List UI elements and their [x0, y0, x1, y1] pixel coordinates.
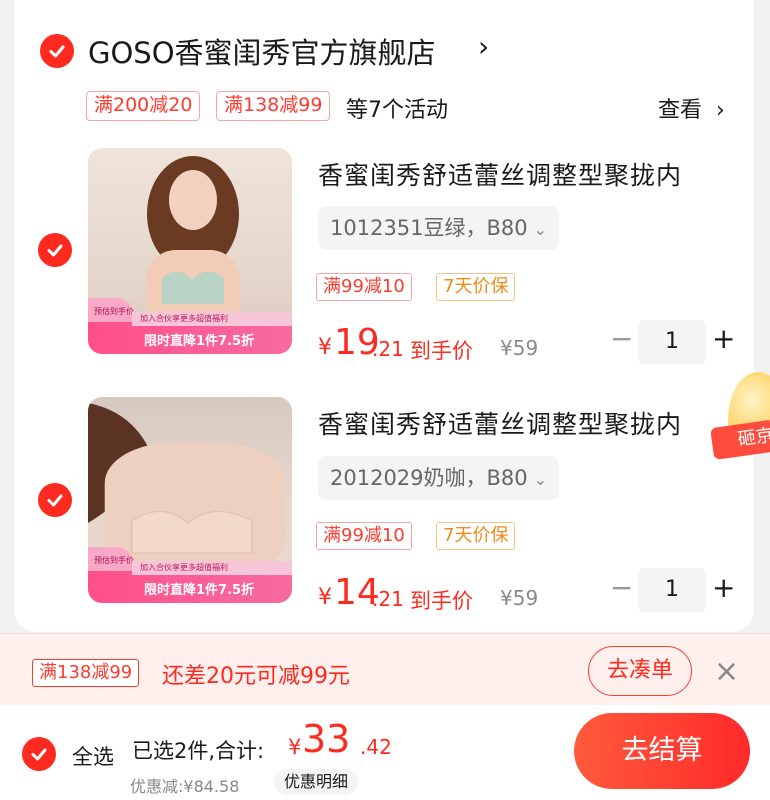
- promo-band-text: 限时直降1件7.5折: [144, 334, 255, 349]
- price-protect-tag: 7天价保: [436, 273, 516, 301]
- store-promo-tag: 满200减20: [86, 91, 201, 121]
- variant-selector[interactable]: 1012351豆绿，B80 ⌄: [318, 206, 560, 250]
- original-price: ¥59: [500, 586, 539, 610]
- view-promotions-link[interactable]: 查看 ›: [658, 92, 725, 124]
- checkmark-icon: [49, 45, 65, 58]
- chevron-down-icon: ⌄: [533, 220, 548, 239]
- checkmark-icon: [47, 494, 63, 507]
- selected-summary: 已选2件,合计:: [132, 739, 265, 763]
- price-symbol: ¥: [318, 335, 332, 360]
- checkmark-icon: [47, 244, 63, 257]
- price-decimal: .21: [372, 337, 404, 361]
- increase-quantity-button[interactable]: +: [712, 322, 735, 355]
- total-symbol: ¥: [288, 735, 302, 759]
- price-label: 到手价: [410, 589, 473, 613]
- badge-label: 预估到手价: [94, 307, 134, 316]
- price-label: 到手价: [410, 339, 473, 363]
- floating-badge-label[interactable]: 砸京: [710, 419, 770, 461]
- store-promo-more: 等7个活动: [346, 98, 448, 123]
- select-all-label[interactable]: 全选: [72, 741, 114, 771]
- decrease-quantity-button[interactable]: −: [610, 571, 633, 604]
- add-more-button[interactable]: 去凑单: [588, 646, 692, 696]
- store-checkbox[interactable]: [40, 34, 74, 68]
- close-icon[interactable]: ×: [714, 654, 739, 689]
- chevron-right-icon[interactable]: ›: [478, 30, 489, 63]
- product-title[interactable]: 香蜜闺秀舒适蕾丝调整型聚拢内: [318, 405, 682, 441]
- promo-band-text: 限时直降1件7.5折: [144, 583, 255, 598]
- price-symbol: ¥: [318, 585, 332, 610]
- badge-label: 预估到手价: [94, 556, 134, 565]
- product-title[interactable]: 香蜜闺秀舒适蕾丝调整型聚拢内: [318, 156, 682, 192]
- price-protect-tag: 7天价保: [436, 522, 516, 550]
- promo-band-subtext: 加入合伙享更多超值福利: [132, 312, 292, 326]
- variant-text: 1012351豆绿，B80: [330, 216, 528, 240]
- model-photo-placeholder: [146, 156, 240, 330]
- item-checkbox[interactable]: [38, 233, 72, 267]
- product-image[interactable]: 预估到手价 40 加入合伙享更多超值福利 限时直降1件7.5折: [88, 148, 292, 354]
- view-label: 查看: [658, 98, 703, 123]
- checkout-footer: 全选 已选2件,合计: ¥ 33 .42 优惠减:¥84.58 优惠明细 去结算: [0, 705, 770, 800]
- store-promo-tag: 满138减99: [216, 91, 331, 121]
- coupon-tag: 满99减10: [316, 522, 412, 550]
- checkmark-icon: [31, 748, 47, 761]
- discount-detail-button[interactable]: 优惠明细: [274, 769, 359, 795]
- variant-selector[interactable]: 2012029奶咖，B80 ⌄: [318, 456, 560, 500]
- promo-bar-tag: 满138减99: [32, 659, 140, 687]
- promo-band-subtext: 加入合伙享更多超值福利: [132, 561, 292, 575]
- increase-quantity-button[interactable]: +: [712, 571, 735, 604]
- quantity-input[interactable]: 1: [638, 320, 706, 364]
- decrease-quantity-button[interactable]: −: [610, 322, 633, 355]
- original-price: ¥59: [500, 336, 539, 360]
- select-all-checkbox[interactable]: [22, 737, 56, 771]
- product-image[interactable]: 预估到手价 51 加入合伙享更多超值福利 限时直降1件7.5折: [88, 397, 292, 603]
- store-name[interactable]: GOSO香蜜闺秀官方旗舰店: [88, 30, 436, 72]
- chevron-down-icon: ⌄: [533, 470, 548, 489]
- item-checkbox[interactable]: [38, 483, 72, 517]
- chevron-right-icon: ›: [716, 98, 725, 123]
- coupon-tag: 满99减10: [316, 273, 412, 301]
- quantity-input[interactable]: 1: [638, 568, 706, 612]
- discount-amount: 优惠减:¥84.58: [130, 777, 240, 796]
- total-integer: 33: [302, 717, 351, 761]
- promo-bar: 满138减99 还差20元可减99元 去凑单 ×: [0, 633, 770, 705]
- promo-bar-text: 还差20元可减99元: [162, 664, 350, 689]
- total-decimal: .42: [360, 735, 392, 759]
- checkout-button[interactable]: 去结算: [574, 713, 750, 789]
- variant-text: 2012029奶咖，B80: [330, 466, 528, 490]
- price-decimal: .21: [372, 587, 404, 611]
